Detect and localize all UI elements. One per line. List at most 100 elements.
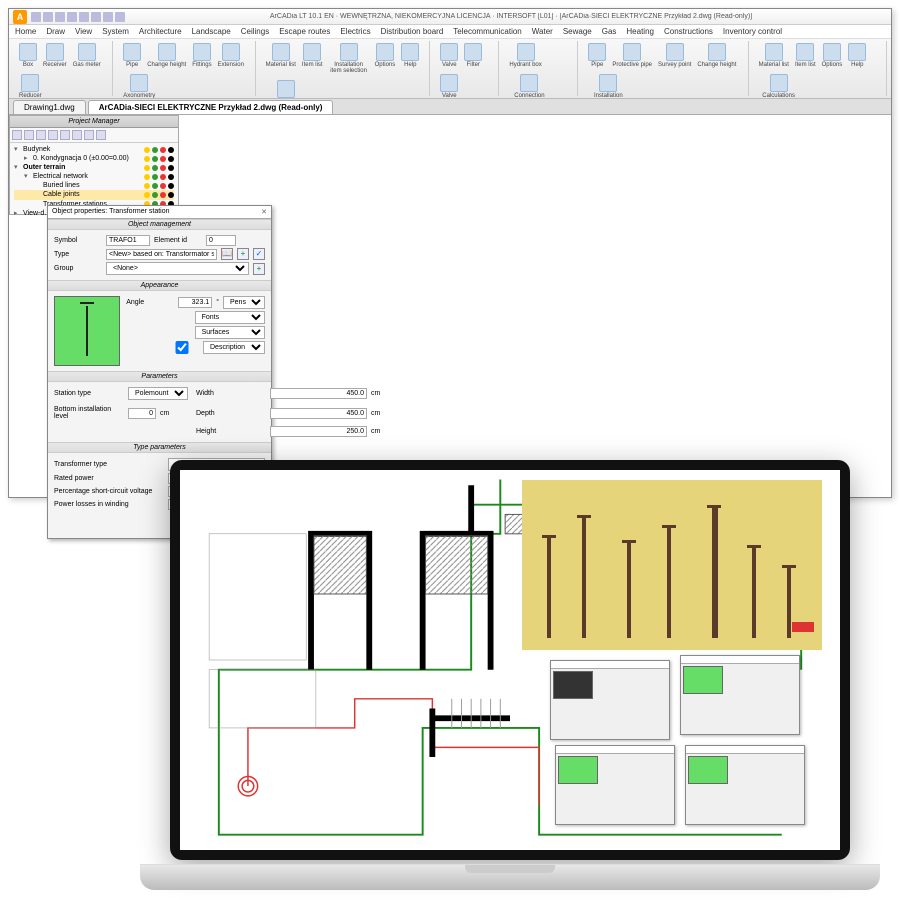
appearance-preview	[54, 296, 120, 366]
element-id-input[interactable]	[206, 235, 236, 246]
menu-inventory-control[interactable]: Inventory control	[723, 27, 782, 36]
ribbon-calculations-and-report[interactable]: Calculations and report	[266, 80, 306, 99]
document-tabs: Drawing1.dwgArCADia-SIECI ELEKTRYCZNE Pr…	[9, 99, 891, 115]
ribbon-installation-item-selection[interactable]: Installation item selection	[329, 43, 369, 74]
ribbon-gas-meter[interactable]: Gas meter	[73, 43, 101, 68]
type-add-button[interactable]: +	[237, 248, 249, 260]
angle-label: Angle	[126, 299, 174, 306]
symbol-input[interactable]	[106, 235, 150, 246]
laptop-screen	[170, 460, 850, 860]
tree-item[interactable]: ▾Electrical network	[14, 172, 174, 181]
menu-escape-routes[interactable]: Escape routes	[279, 27, 330, 36]
surfaces-select[interactable]: Surfaces	[195, 326, 265, 339]
ribbon-help[interactable]: Help	[848, 43, 866, 68]
section-parameters: Parameters	[48, 371, 271, 382]
workspace: T01 Project Manager ▾Budynek▸0. Kondygna…	[9, 115, 891, 497]
ribbon-extension[interactable]: Extension	[218, 43, 244, 68]
menu-architecture[interactable]: Architecture	[139, 27, 182, 36]
bottom-input[interactable]	[128, 408, 156, 419]
menu-telecommunication[interactable]: Telecommunication	[453, 27, 521, 36]
ribbon-pipe[interactable]: Pipe	[123, 43, 141, 68]
group-label: Group	[54, 265, 102, 272]
description-select[interactable]: Description	[203, 341, 265, 354]
width-label: Width	[196, 390, 266, 397]
tree-item[interactable]: ▸0. Kondygnacja 0 (±0.00=0.00)	[14, 154, 174, 163]
menu-view[interactable]: View	[75, 27, 92, 36]
close-icon[interactable]: ✕	[261, 208, 267, 216]
menu-distribution-board[interactable]: Distribution board	[381, 27, 444, 36]
title-bar: A ArCADia LT 10.1 EN · WEWNĘTRZNA, NIEKO…	[9, 9, 891, 25]
depth-input[interactable]	[270, 408, 367, 419]
mini-dialog-3[interactable]	[555, 745, 675, 825]
angle-input[interactable]	[178, 297, 212, 308]
menu-constructions[interactable]: Constructions	[664, 27, 713, 36]
main-menu: Home Draw View System Architecture Landscape C…	[9, 25, 891, 39]
transformer-callout: T01	[356, 200, 374, 216]
description-checkbox[interactable]	[165, 341, 199, 354]
tree-item[interactable]: ▾Budynek	[14, 145, 174, 154]
menu-home[interactable]: Home	[15, 27, 36, 36]
depth-label: Depth	[196, 410, 266, 417]
group-select[interactable]: <None>	[106, 262, 249, 275]
group-add-button[interactable]: +	[253, 263, 265, 275]
symbol-label: Symbol	[54, 237, 102, 244]
mini-dialog-2[interactable]	[680, 655, 800, 735]
quick-access-toolbar[interactable]	[31, 12, 125, 22]
pens-select[interactable]: Pens	[223, 296, 265, 309]
ribbon-connection-point[interactable]: Connection point	[509, 74, 549, 99]
ribbon-survey-point[interactable]: Survey point	[658, 43, 691, 68]
menu-gas[interactable]: Gas	[602, 27, 617, 36]
type-input[interactable]	[106, 249, 217, 260]
menu-system[interactable]: System	[102, 27, 129, 36]
width-input[interactable]	[270, 388, 367, 399]
ribbon-valve[interactable]: Valve	[440, 43, 458, 68]
project-manager-toolbar[interactable]	[10, 128, 178, 143]
ribbon-protective-pipe[interactable]: Protective pipe	[612, 43, 652, 68]
ribbon-change-height[interactable]: Change height	[697, 43, 736, 68]
ribbon-receiver[interactable]: Receiver	[43, 43, 67, 68]
ribbon-box[interactable]: Box	[19, 43, 37, 68]
bottom-label: Bottom installation level	[54, 406, 124, 420]
type-pick-button[interactable]: 📖	[221, 248, 233, 260]
ribbon: Box ReceiverGas meter Reducer Pipe Change he…	[9, 39, 891, 99]
ribbon-pipe[interactable]: Pipe	[588, 43, 606, 68]
ribbon-calculations-and-report[interactable]: Calculations and report	[759, 74, 799, 99]
ribbon-options[interactable]: Options	[822, 43, 843, 68]
menu-landscape[interactable]: Landscape	[192, 27, 231, 36]
depth-unit: cm	[371, 410, 380, 417]
ribbon-valve[interactable]: Valve	[440, 74, 458, 99]
mini-dialog-1[interactable]	[550, 660, 670, 740]
ribbon-reducer[interactable]: Reducer	[19, 74, 42, 99]
type-ok-button[interactable]: ✓	[253, 248, 265, 260]
fonts-select[interactable]: Fonts	[195, 311, 265, 324]
menu-electrics[interactable]: Electrics	[340, 27, 370, 36]
ribbon-installation-profile[interactable]: Installation profile	[588, 74, 628, 99]
tree-item[interactable]: Cable joints	[14, 190, 174, 199]
mini-dialog-4[interactable]	[685, 745, 805, 825]
menu-ceilings[interactable]: Ceilings	[241, 27, 269, 36]
ribbon-material-list[interactable]: Material list	[759, 43, 789, 68]
ribbon-help[interactable]: Help	[401, 43, 419, 74]
ribbon-hydrant-box[interactable]: Hydrant box	[509, 43, 541, 68]
menu-heating[interactable]: Heating	[626, 27, 654, 36]
tree-item[interactable]: ▾Outer terrain	[14, 163, 174, 172]
ribbon-change-height[interactable]: Change height	[147, 43, 186, 68]
station-type-select[interactable]: Polemount	[128, 387, 188, 400]
menu-water[interactable]: Water	[532, 27, 553, 36]
ribbon-fittings[interactable]: Fittings	[192, 43, 211, 68]
section-appearance: Appearance	[48, 280, 271, 291]
ribbon-options[interactable]: Options	[375, 43, 396, 74]
menu-sewage[interactable]: Sewage	[563, 27, 592, 36]
tree-item[interactable]: Buried lines	[14, 181, 174, 190]
menu-draw[interactable]: Draw	[46, 27, 65, 36]
ribbon-filter[interactable]: Filter	[464, 43, 482, 68]
ribbon-item-list[interactable]: Item list	[302, 43, 323, 74]
height-input[interactable]	[270, 426, 367, 437]
ribbon-axonometry[interactable]: Axonometry	[123, 74, 155, 99]
document-tab[interactable]: Drawing1.dwg	[13, 100, 86, 114]
ribbon-material-list[interactable]: Material list	[266, 43, 296, 74]
project-manager-panel: Project Manager ▾Budynek▸0. Kondygnacja …	[9, 115, 179, 215]
document-tab[interactable]: ArCADia-SIECI ELEKTRYCZNE Przykład 2.dwg…	[88, 100, 334, 114]
ribbon-item-list[interactable]: Item list	[795, 43, 816, 68]
height-unit: cm	[371, 428, 380, 435]
